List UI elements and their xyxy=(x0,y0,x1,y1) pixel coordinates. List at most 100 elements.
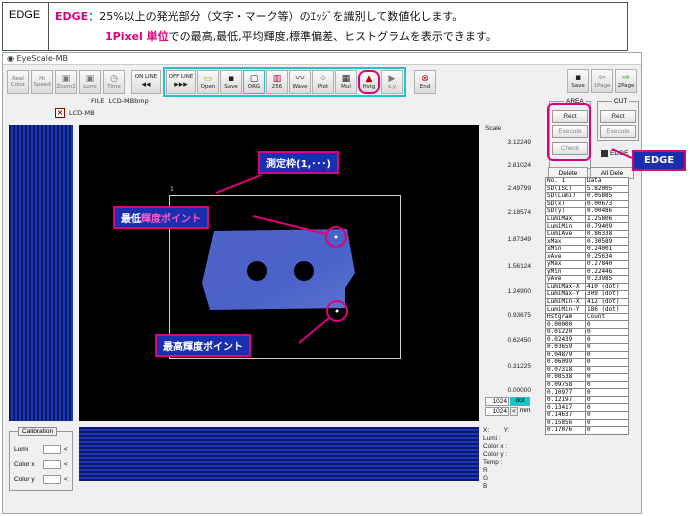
table-row[interactable]: 0.10977 0 xyxy=(545,388,629,397)
table-row[interactable]: 0.17076 0 xyxy=(545,426,629,435)
readout-color-x: Color x : xyxy=(483,443,508,450)
table-row[interactable]: LumiMin-Y 186 (dot) xyxy=(545,305,629,314)
real-color-button[interactable]: Real Color xyxy=(7,70,29,94)
save-data-button[interactable]: ▪ Save xyxy=(567,69,589,93)
table-row[interactable]: 0.13417 0 xyxy=(545,403,629,412)
table-key-cell: SD(Lumi) xyxy=(545,192,586,201)
table-row[interactable]: 0.09758 0 xyxy=(545,380,629,390)
table-row[interactable]: yAve 0.23985 xyxy=(545,275,629,284)
table-row[interactable]: LumiMin 0.79409 xyxy=(545,222,629,231)
table-row[interactable]: 0.14637 0 xyxy=(545,410,629,420)
table-row[interactable]: LumiMin-X 412 (dot) xyxy=(545,297,629,307)
readout-temp: Temp : xyxy=(483,459,503,466)
resolution-x[interactable]: 1024 xyxy=(485,397,509,406)
description-body: EDGE：25%以上の発光部分（文字・マーク等）のｴｯｼﾞを識別して数値化します… xyxy=(49,3,627,50)
calibration-button[interactable]: Calibration xyxy=(18,427,58,436)
mul-button[interactable]: ▦ Mul xyxy=(335,70,357,94)
table-row[interactable]: 0.03659 0 xyxy=(545,343,629,352)
table-key-cell: 0.06099 xyxy=(545,358,586,367)
table-row[interactable]: 0.00000 0 xyxy=(545,320,629,329)
page1-label: 1Page xyxy=(593,83,611,89)
table-row[interactable]: 0.06099 0 xyxy=(545,358,629,367)
camera-icon: ▣ xyxy=(85,74,95,84)
unit-mm[interactable]: mm xyxy=(519,407,531,416)
area-rect-button[interactable]: Rect xyxy=(552,110,588,123)
table-row[interactable]: No. 1 Data xyxy=(545,177,629,186)
table-row[interactable]: Hstgram Count xyxy=(545,312,629,322)
unit-dot[interactable]: dot xyxy=(510,397,530,406)
online-button[interactable]: ON LINE ◂◂ xyxy=(131,70,161,94)
area-execute-button[interactable]: Execute xyxy=(552,125,588,138)
table-row[interactable]: 0.15856 0 xyxy=(545,418,629,428)
area-check-button[interactable]: Check xyxy=(552,142,588,155)
camera-icon: ▣ xyxy=(61,74,71,84)
calib-lumi-input[interactable] xyxy=(43,445,61,454)
table-row[interactable]: 0.01220 0 xyxy=(545,327,629,337)
calib-y-arrow[interactable]: < xyxy=(64,476,68,483)
calib-lumi-arrow[interactable]: < xyxy=(64,446,68,453)
cursor-readout: X: Y: Lumi : Color x : Color y : Temp : … xyxy=(483,427,509,491)
table-row[interactable]: LumiMax 1.25806 xyxy=(545,214,629,224)
plot-button[interactable]: ⁘ Plot xyxy=(312,70,334,94)
cut-rect-button[interactable]: Rect xyxy=(600,110,636,123)
lumi-button[interactable]: ▣ Lumi xyxy=(79,70,101,94)
table-row[interactable]: xAve 0.25634 xyxy=(545,252,629,261)
unit-arrow[interactable]: < xyxy=(510,407,518,416)
table-row[interactable]: xMax 0.30589 xyxy=(545,237,629,246)
save-button[interactable]: ▪ Save xyxy=(220,70,242,94)
calib-lumi-row: Lumi < xyxy=(14,445,68,454)
clock-icon: ◷ xyxy=(110,74,118,84)
frame-callout-leader xyxy=(215,174,262,194)
calib-lumi-label: Lumi xyxy=(14,446,29,453)
wave-button[interactable]: 〰 Wave xyxy=(289,70,311,94)
close-view-icon[interactable]: × xyxy=(55,108,65,118)
table-row[interactable]: SD(y) 0.00486 xyxy=(545,207,629,216)
zoom2-button[interactable]: ▣ Zoom2 xyxy=(55,70,77,94)
readout-x: X: xyxy=(483,427,490,434)
arrows-icon: ◂◂ xyxy=(141,80,151,90)
table-row[interactable]: SD(Lumi) 0.05885 xyxy=(545,192,629,201)
calib-x-arrow[interactable]: < xyxy=(64,461,68,468)
xy-button[interactable]: ▶ x,y xyxy=(381,70,403,94)
table-value-cell: 0.23985 xyxy=(585,275,629,284)
table-row[interactable]: LumiMax-Y 309 (dot) xyxy=(545,290,629,299)
table-value-cell: 0 xyxy=(585,358,629,367)
page2-button[interactable]: ⇨ 2Page xyxy=(615,69,637,93)
offline-button[interactable]: OFF LINE ▸▸▸ xyxy=(166,70,196,94)
table-row[interactable]: 0.02439 0 xyxy=(545,335,629,345)
page1-button[interactable]: ⇦ 1Page xyxy=(591,69,613,93)
edge-checkbox[interactable]: EDGE xyxy=(601,150,628,157)
histogram-button[interactable]: ▲ Hstg xyxy=(358,70,380,94)
table-row[interactable]: 0.08538 0 xyxy=(545,373,629,382)
end-button[interactable]: ⊗ End xyxy=(414,70,436,94)
min-callout-a: 最低 xyxy=(121,214,141,225)
table-value-cell: 0 xyxy=(585,418,629,428)
table-row[interactable]: xMin 0.24001 xyxy=(545,244,629,254)
table-key-cell: 0.04879 xyxy=(545,350,586,360)
arrow-right-icon: ⇨ xyxy=(622,73,630,83)
time-button[interactable]: ◷ Time xyxy=(103,70,125,94)
scale-value: 0.00000 xyxy=(507,387,532,394)
256-button[interactable]: ▥ 256 xyxy=(266,70,288,94)
open-button[interactable]: ▭ Open xyxy=(197,70,219,94)
resolution-y[interactable]: 1024 xyxy=(485,407,509,416)
table-value-cell: 186 (dot) xyxy=(585,305,629,314)
hi-speed-button[interactable]: Hi Speed xyxy=(31,70,53,94)
calib-y-input[interactable] xyxy=(43,475,61,484)
table-row[interactable]: yMin 0.22446 xyxy=(545,267,629,277)
table-row[interactable]: LumiAve 0.86338 xyxy=(545,229,629,239)
table-row[interactable]: yMax 0.27840 xyxy=(545,260,629,269)
readout-b: B xyxy=(483,483,488,490)
table-row[interactable]: SD(x) 0.00673 xyxy=(545,199,629,209)
table-row[interactable]: LumiMax-X 410 (dot) xyxy=(545,282,629,292)
table-row[interactable]: SD(ISC) 5.82005 xyxy=(545,184,629,194)
table-row[interactable]: 0.07318 0 xyxy=(545,365,629,375)
save-data-label: Save xyxy=(571,83,585,89)
readout-color-y: Color y : xyxy=(483,451,508,458)
org-button[interactable]: ▢ ORG xyxy=(243,70,265,94)
table-row[interactable]: 0.04879 0 xyxy=(545,350,629,360)
calib-x-input[interactable] xyxy=(43,460,61,469)
cut-execute-button[interactable]: Execute xyxy=(600,125,636,138)
max-point-dot xyxy=(335,309,339,313)
table-row[interactable]: 0.12197 0 xyxy=(545,395,629,405)
